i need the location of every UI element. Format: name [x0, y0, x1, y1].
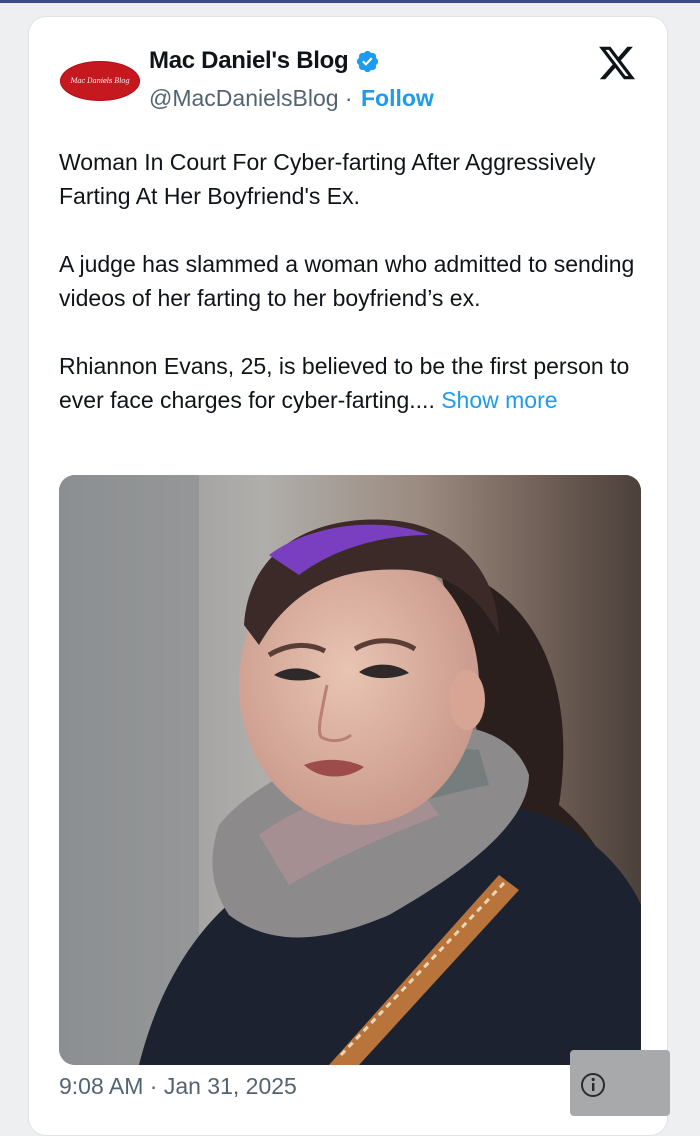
verified-badge-icon — [357, 50, 379, 72]
author-name-row: Mac Daniel's Blog — [149, 47, 380, 75]
avatar-logo-text: Mac Daniels Blog — [70, 77, 130, 85]
tweet-text: Woman In Court For Cyber-farting After A… — [59, 145, 644, 417]
photo-illustration — [59, 475, 641, 1065]
info-overlay-badge[interactable] — [570, 1050, 670, 1116]
show-more-link[interactable]: Show more — [441, 387, 557, 413]
tweet-paragraph-truncated: Rhiannon Evans, 25, is believed to be th… — [59, 349, 644, 417]
author-handle[interactable]: @MacDanielsBlog — [149, 85, 339, 112]
tweet-paragraph-body: A judge has slammed a woman who admitted… — [59, 251, 635, 311]
tweet-photo[interactable] — [59, 475, 641, 1065]
follow-button[interactable]: Follow — [361, 85, 434, 112]
x-logo-icon[interactable] — [597, 43, 637, 83]
author-handle-row: @MacDanielsBlog · Follow — [149, 85, 434, 112]
avatar-logo: Mac Daniels Blog — [60, 61, 140, 101]
top-edge-line — [0, 0, 700, 3]
author-avatar[interactable]: Mac Daniels Blog — [59, 57, 141, 105]
tweet-timestamp[interactable]: 9:08 AM · Jan 31, 2025 — [59, 1073, 297, 1100]
handle-separator: · — [338, 85, 359, 111]
info-icon — [581, 1073, 605, 1097]
tweet-paragraph-headline: Woman In Court For Cyber-farting After A… — [59, 149, 596, 209]
tweet-card[interactable]: Mac Daniels Blog Mac Daniel's Blog @MacD… — [28, 16, 668, 1136]
author-name[interactable]: Mac Daniel's Blog — [149, 47, 349, 75]
